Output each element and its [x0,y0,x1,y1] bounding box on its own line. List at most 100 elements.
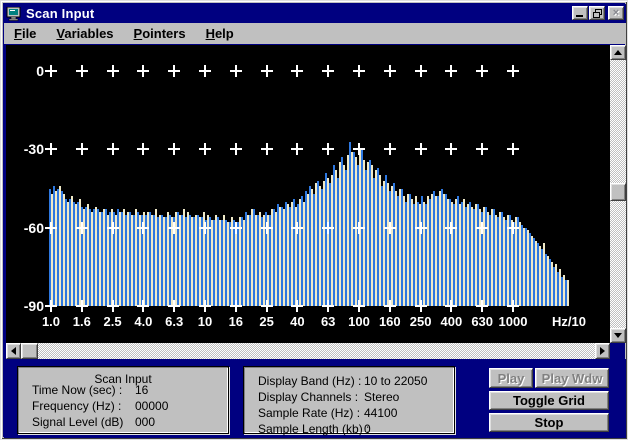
grid-plus-mark [415,65,427,77]
scroll-left-button[interactable] [6,343,21,359]
spectrum-bar-right-channel [451,202,453,306]
grid-plus-mark [322,65,334,77]
spectrum-bar-right-channel [343,165,345,306]
spectrum-bar-right-channel [119,212,121,306]
x-tick-label: 16 [220,314,252,329]
horizontal-scrollbar[interactable] [6,343,610,359]
display-channels-label: Display Channels : [258,390,358,404]
signal-level-row: Signal Level (dB) 000 [18,415,228,431]
grid-plus-mark [199,300,211,312]
grid-plus-mark [230,65,242,77]
sample-length-row: Sample Length (kb) : 0 [244,422,454,438]
x-tick-label: 63 [312,314,344,329]
grid-plus-mark [107,300,119,312]
menu-variables[interactable]: Variables [50,24,119,43]
grid-plus-mark [199,222,211,234]
signal-level-value: 000 [135,415,155,429]
spectrum-bar-right-channel [415,196,417,306]
grid-plus-mark [168,300,180,312]
arrow-up-icon [614,50,622,55]
spectrum-bar-right-channel [247,215,249,306]
x-tick-label: 6.3 [158,314,190,329]
spectrum-bar-right-channel [211,220,213,306]
restore-button[interactable] [589,6,605,20]
spectrum-bar-right-channel [67,202,69,306]
spectrum-bar-right-channel [395,191,397,306]
grid-plus-mark [415,300,427,312]
spectrum-bar-right-channel [303,202,305,306]
spectrum-bar-right-channel [523,228,525,306]
arrow-left-icon [11,347,16,355]
scroll-down-button[interactable] [610,328,626,343]
spectrum-bar-right-channel [255,215,257,306]
grid-plus-mark [445,65,457,77]
sample-rate-label: Sample Rate (Hz) : [258,406,360,420]
title-bar[interactable]: Scan Input × [4,4,626,23]
spectrum-bar-right-channel [335,170,337,306]
grid-plus-mark [384,300,396,312]
display-band-row: Display Band (Hz) : 10 to 22050 [244,374,454,390]
spectrum-bar-right-channel [431,194,433,306]
menu-help[interactable]: Help [200,24,240,43]
y-tick-label: -90 [6,298,44,314]
grid-plus-mark [230,143,242,155]
grid-plus-mark [353,222,365,234]
spectrum-bar-right-channel [443,194,445,306]
stop-button[interactable]: Stop [489,413,609,432]
spectrum-bar-right-channel [403,196,405,306]
spectrum-bar-right-channel [59,186,61,306]
app-icon[interactable] [6,7,22,21]
scroll-up-button[interactable] [610,45,626,60]
spectrum-bar-right-channel [287,204,289,306]
grid-plus-mark [476,222,488,234]
spectrum-bar-right-channel [491,209,493,306]
spectrum-bar-right-channel [75,204,77,306]
x-tick-label: 630 [466,314,498,329]
grid-plus-mark [76,222,88,234]
menu-file[interactable]: File [8,24,42,43]
grid-plus-mark [199,65,211,77]
y-tick-label: -60 [6,220,44,236]
x-tick-label: 2.5 [97,314,129,329]
spectrum-bar-right-channel [95,207,97,306]
spectrum-bar-right-channel [151,215,153,306]
close-button[interactable]: × [608,6,624,20]
spectrum-bar-right-channel [527,230,529,306]
spectrum-bar-right-channel [163,217,165,306]
vertical-scroll-thumb[interactable] [610,183,626,201]
spectrum-bar-right-channel [399,189,401,307]
spectrum-bar-right-channel [503,217,505,306]
grid-plus-mark [45,143,57,155]
spectrum-bar-right-channel [391,186,393,306]
play-button[interactable]: Play [489,368,533,388]
spectrum-bar-right-channel [547,256,549,306]
grid-plus-mark [230,300,242,312]
minimize-button[interactable] [572,6,588,20]
spectrum-bar-right-channel [519,222,521,306]
spectrum-bar-right-channel [367,162,369,306]
spectrum-bar-right-channel [535,241,537,306]
menu-pointers[interactable]: Pointers [128,24,192,43]
x-tick-label: 40 [281,314,313,329]
spectrum-bar-right-channel [51,194,53,306]
spectrum-bar-right-channel [283,209,285,306]
scroll-right-button[interactable] [595,343,610,359]
time-now-value: 16 [135,383,148,397]
spectrum-bar-right-channel [455,199,457,306]
grid-plus-mark [261,222,273,234]
x-tick-label: 400 [435,314,467,329]
spectrum-bar-right-channel [495,215,497,306]
spectrum-bar-right-channel [563,275,565,306]
grid-plus-mark [384,222,396,234]
grid-plus-mark [353,143,365,155]
grid-plus-mark [76,143,88,155]
horizontal-scroll-thumb[interactable] [21,343,38,359]
toggle-grid-button[interactable]: Toggle Grid [489,391,609,410]
app-window: Scan Input × File Variables Pointers Hel… [0,0,628,440]
vertical-scrollbar[interactable] [610,45,626,343]
spectrum-bar-right-channel [387,183,389,306]
grid-plus-mark [76,300,88,312]
grid-plus-mark [137,143,149,155]
x-tick-label: 25 [251,314,283,329]
play-window-button[interactable]: Play Wdw [535,368,609,388]
